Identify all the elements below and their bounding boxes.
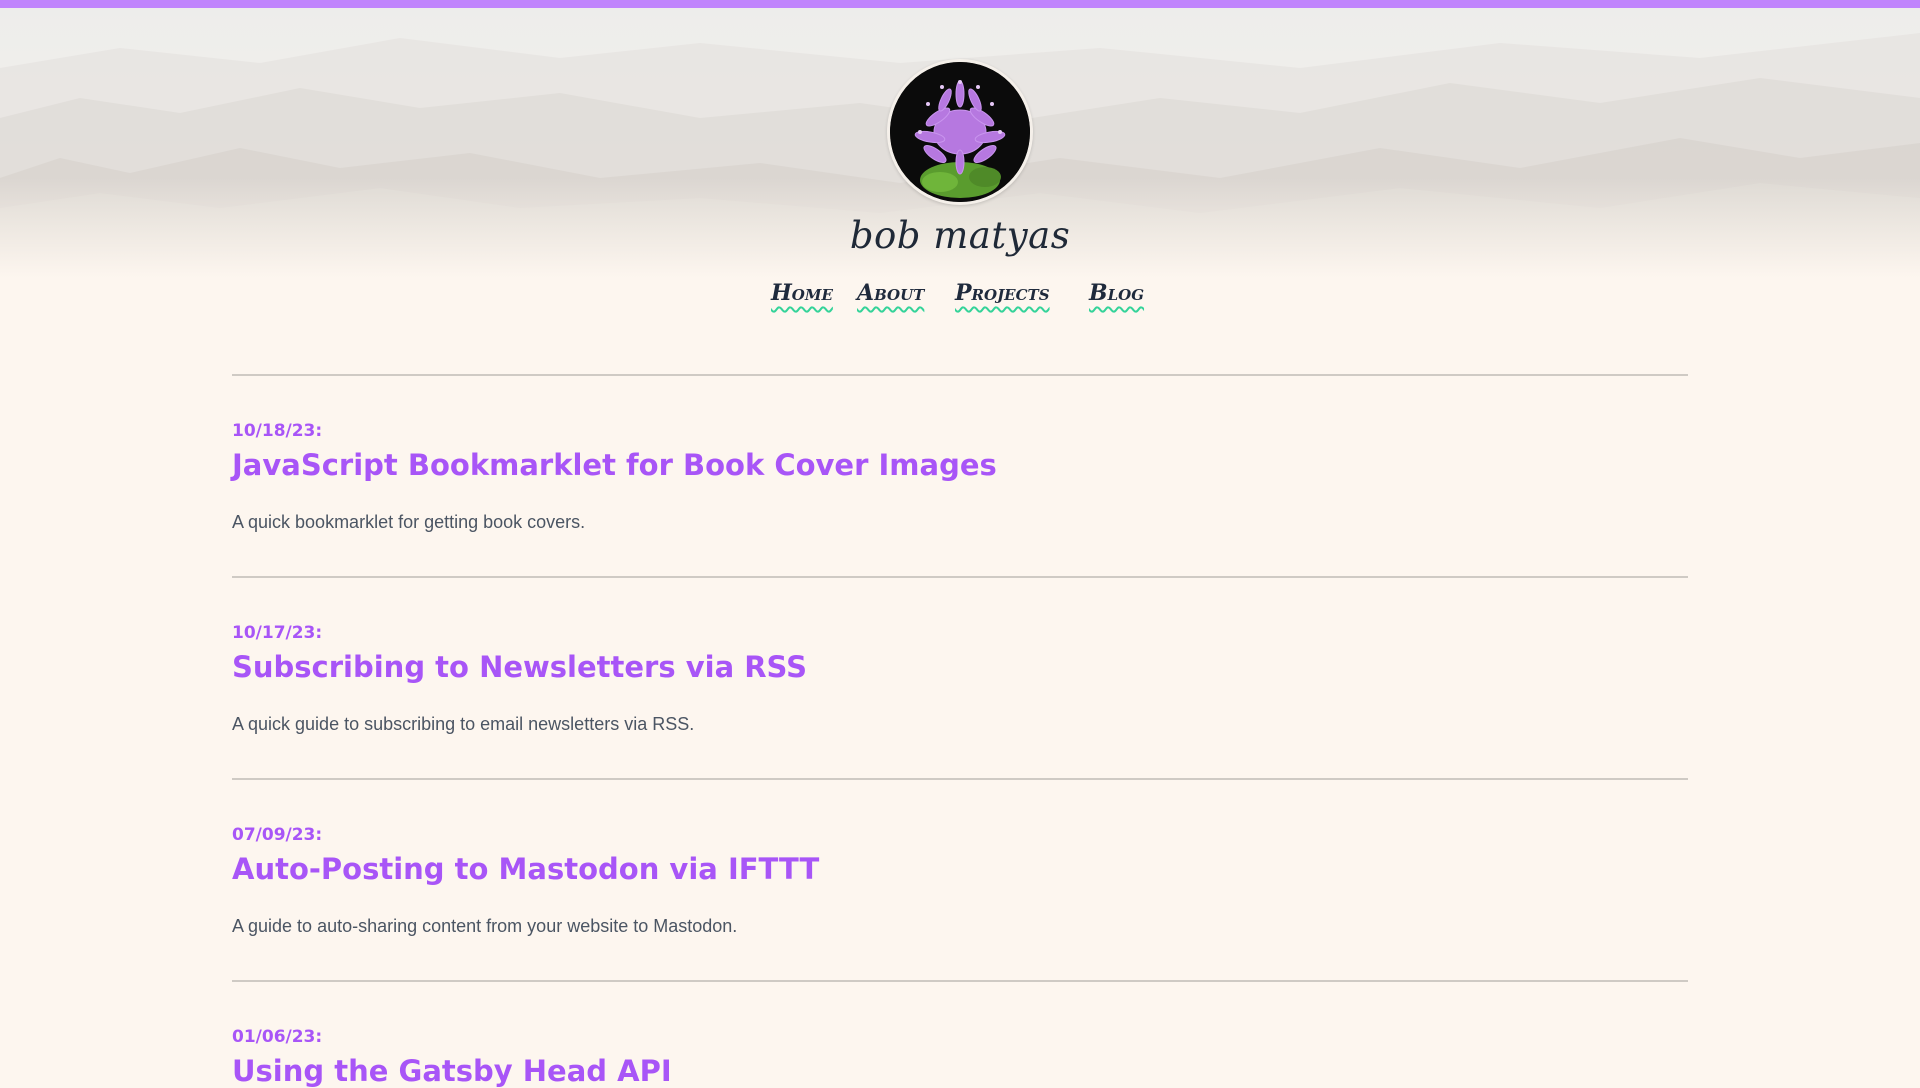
post-date: 07/09/23: xyxy=(232,825,323,845)
main-nav: Home About Projects Blog xyxy=(0,280,1920,316)
post-title-link[interactable]: Auto-Posting to Mastodon via IFTTT xyxy=(232,852,819,886)
divider xyxy=(232,374,1688,376)
flower-avatar-icon[interactable] xyxy=(887,59,1033,205)
divider xyxy=(232,980,1688,982)
post-date: 01/06/23: xyxy=(232,1027,323,1047)
post-description: A quick guide to subscribing to email ne… xyxy=(232,714,695,734)
nav-home-link[interactable]: Home xyxy=(771,280,833,306)
post-description: A quick bookmarklet for getting book cov… xyxy=(232,512,586,532)
nav-projects-link[interactable]: Projects xyxy=(955,280,1050,306)
nav-blog-link[interactable]: Blog xyxy=(1089,280,1144,306)
post-date: 10/17/23: xyxy=(232,623,323,643)
post-title-link[interactable]: JavaScript Bookmarklet for Book Cover Im… xyxy=(232,448,997,482)
post-description: A guide to auto-sharing content from you… xyxy=(232,916,738,936)
divider xyxy=(232,778,1688,780)
divider xyxy=(232,576,1688,578)
nav-about-link[interactable]: About xyxy=(857,280,924,306)
post-date: 10/18/23: xyxy=(232,421,323,441)
top-accent-bar xyxy=(0,0,1920,8)
post-title-link[interactable]: Subscribing to Newsletters via RSS xyxy=(232,650,807,684)
site-title[interactable]: bob matyas xyxy=(0,214,1920,257)
post-title-link[interactable]: Using the Gatsby Head API xyxy=(232,1054,672,1088)
